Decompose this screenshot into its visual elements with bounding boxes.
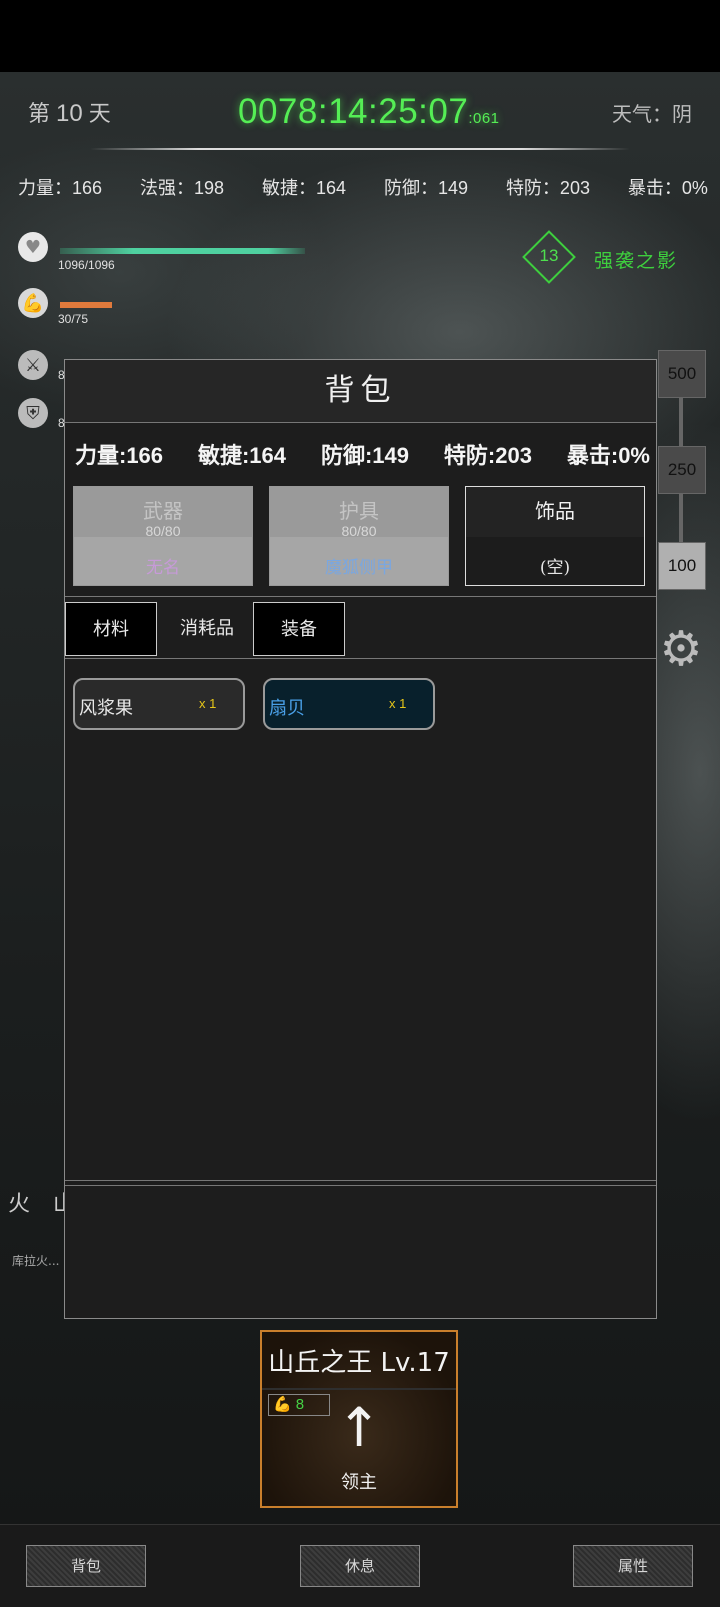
zone-level: 13 [539, 246, 559, 265]
boss-power-value: 8 [295, 1396, 305, 1413]
boss-card[interactable]: 山丘之王 Lv.17 💪 8 ↑ 领主 [260, 1330, 458, 1508]
stat-crit: 暴击：0% [627, 178, 708, 198]
weapon-slot[interactable]: 武器 80/80 无名 [73, 486, 253, 586]
stamina-text: 30/75 [58, 312, 89, 326]
header-divider [90, 148, 630, 150]
timer-main: 0078:14:25:07 [238, 92, 469, 131]
boss-power: 💪 8 [268, 1394, 330, 1416]
heart-icon: ♥ [18, 232, 48, 262]
weapon-slot-label: 武器 [143, 499, 183, 523]
bag-stat-defense: 防御:149 [320, 443, 409, 468]
day-number: 10 [56, 100, 83, 127]
speed-100-button[interactable]: 100 [658, 542, 706, 590]
stat-special-defense: 特防：203 [505, 178, 590, 198]
boss-name: 山丘之王 Lv.17 [268, 1348, 450, 1378]
item-name: 风浆果 [79, 698, 133, 719]
weapon-durability: 80/80 [145, 523, 181, 539]
game-timer: 0078:14:25:07:061 [238, 92, 500, 132]
item-name: 扇贝 [269, 698, 305, 719]
armor-durability: 80/80 [341, 523, 377, 539]
armor-item: 魔狐侧甲 [325, 558, 393, 578]
boss-role: 领主 [341, 1472, 377, 1493]
description-divider-2 [65, 1185, 656, 1186]
hp-bar [60, 248, 305, 254]
weapon-item: 无名 [146, 558, 180, 578]
crossed-swords-icon: ⚔ [18, 350, 48, 380]
accessory-item: (空) [539, 558, 571, 578]
speed-250-button[interactable]: 250 [658, 446, 706, 494]
stat-agility: 敏捷：164 [261, 178, 347, 198]
bag-title: 背包 [65, 360, 656, 423]
muscle-icon: 💪 [273, 1396, 292, 1413]
bag-stat-strength: 力量:166 [75, 443, 164, 468]
item-count: x 1 [389, 696, 407, 711]
day-prefix: 第 [28, 102, 51, 127]
gear-icon[interactable]: ⚙ [658, 625, 704, 673]
armor-slot-label: 护具 [339, 499, 379, 523]
bottom-bar: 背包 休息 属性 [0, 1524, 720, 1607]
hp-text: 1096/1096 [58, 258, 115, 272]
accessory-slot-label: 饰品 [535, 499, 575, 523]
day-counter: 第 10 天 [28, 96, 111, 128]
speed-500-button[interactable]: 500 [658, 350, 706, 398]
rest-button[interactable]: 休息 [300, 1545, 420, 1587]
attributes-button[interactable]: 属性 [573, 1545, 693, 1587]
stat-strength: 力量：166 [18, 178, 103, 198]
tab-materials[interactable]: 材料 [65, 602, 157, 656]
shield-icon: ⛨ [18, 398, 48, 428]
muscle-icon: 💪 [18, 288, 48, 318]
item-count: x 1 [199, 696, 217, 711]
slot-divider [65, 596, 656, 597]
tab-equipment[interactable]: 装备 [253, 602, 345, 656]
timer-ms: :061 [468, 110, 500, 127]
location-sub: 库拉火... [12, 1254, 60, 1268]
bag-stat-crit: 暴击:0% [566, 443, 650, 468]
up-arrow-icon: ↑ [336, 1396, 382, 1459]
bag-stat-special-defense: 特防:203 [443, 443, 532, 468]
stamina-bar [60, 302, 112, 308]
stat-magic: 法强：198 [139, 178, 225, 198]
accessory-slot[interactable]: 饰品 (空) [465, 486, 645, 586]
armor-slot[interactable]: 护具 80/80 魔狐侧甲 [269, 486, 449, 586]
tab-divider [65, 658, 656, 659]
description-divider [65, 1180, 656, 1181]
bag-stat-agility: 敏捷:164 [197, 443, 287, 468]
zone-name: 强袭之影 [594, 250, 679, 272]
boss-divider [262, 1388, 456, 1390]
stat-defense: 防御：149 [383, 178, 468, 198]
weather-label: 天气：阴 [612, 102, 692, 126]
day-suffix: 天 [88, 102, 111, 127]
item-wind-berry[interactable]: 风浆果 x 1 [73, 678, 245, 730]
tab-consumables[interactable]: 消耗品 [161, 602, 253, 656]
bag-stats: 力量:166 敏捷:164 防御:149 特防:203 暴击:0% [75, 438, 650, 470]
bag-panel: 背包 力量:166 敏捷:164 防御:149 特防:203 暴击:0% 武器 … [64, 359, 657, 1319]
bag-button[interactable]: 背包 [26, 1545, 146, 1587]
item-scallop[interactable]: 扇贝 x 1 [263, 678, 435, 730]
top-stats: 力量：166 法强：198 敏捷：164 防御：149 特防：203 暴击：0% [18, 174, 708, 200]
